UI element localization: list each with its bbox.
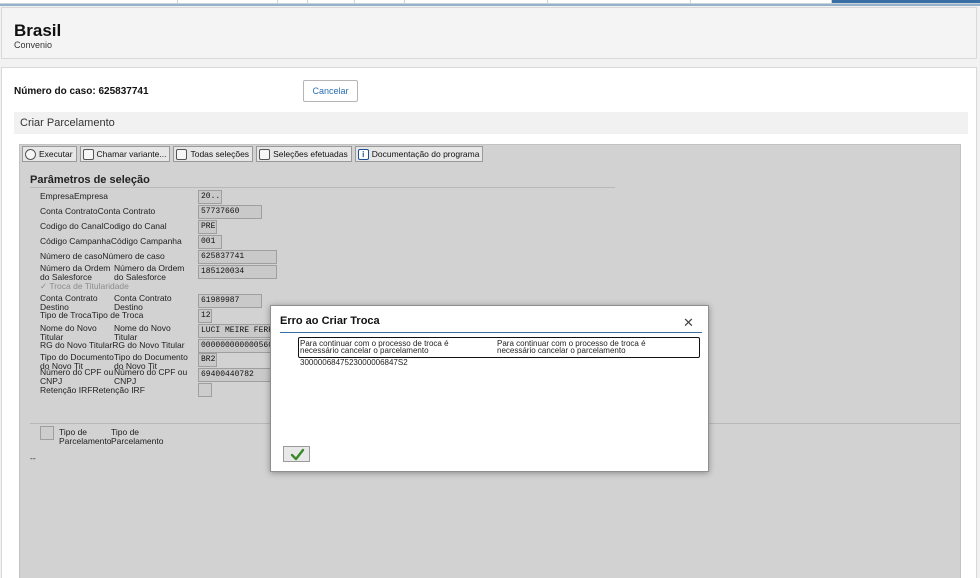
message-number: 3000006847523000006847S2 bbox=[300, 358, 408, 367]
cpf-cnpj-label-2: Número do CPF ou CNPJ bbox=[114, 367, 188, 386]
error-dialog: Erro ao Criar Troca ✕ Para continuar com… bbox=[270, 305, 709, 472]
tipo-documento-field[interactable]: BR2 bbox=[198, 353, 217, 367]
codigo-campanha-label: Código CampanhaCódigo Campanha bbox=[40, 236, 182, 246]
footer-dash: -- bbox=[30, 453, 36, 463]
section-title: Criar Parcelamento bbox=[14, 112, 968, 134]
clock-icon bbox=[25, 148, 36, 160]
toolbar-label: Todas seleções bbox=[190, 149, 250, 159]
check-icon bbox=[290, 448, 305, 461]
ordem-sf-label-2: Número da Ordem do Salesforce bbox=[114, 263, 185, 282]
toolbar-label: Executar bbox=[39, 149, 73, 159]
conta-destino-field[interactable]: 61989987 bbox=[198, 294, 262, 308]
call-variant-button[interactable]: Chamar variante... bbox=[79, 146, 171, 162]
codigo-canal-label: Codigo do CanalCodigo do Canal bbox=[40, 221, 167, 231]
page-header: Brasil Convenio bbox=[1, 7, 977, 59]
codigo-campanha-field[interactable]: 001 bbox=[198, 235, 222, 249]
list-icon bbox=[259, 148, 271, 160]
confirm-button[interactable] bbox=[283, 446, 310, 462]
message-text: Para continuar com o processo de troca é… bbox=[300, 339, 449, 355]
rg-titular-label: RG do Novo TitularRG do Novo Titular bbox=[40, 340, 185, 350]
selection-icon bbox=[176, 148, 188, 160]
top-tab-active[interactable] bbox=[832, 0, 980, 3]
top-divider bbox=[0, 4, 980, 6]
tipo-parcelamento-label: Tipo de Parcelamento bbox=[59, 427, 112, 446]
conta-contrato-field[interactable]: 57737660 bbox=[198, 205, 262, 219]
params-title: Parâmetros de seleção bbox=[30, 174, 150, 186]
close-icon[interactable]: ✕ bbox=[683, 316, 694, 329]
tipo-parcelamento-checkbox[interactable] bbox=[40, 426, 54, 440]
selections-made-button[interactable]: Seleções efetuadas bbox=[256, 146, 352, 162]
execute-button[interactable]: Executar bbox=[22, 146, 77, 162]
empresa-label: EmpresaEmpresa bbox=[40, 191, 109, 201]
troca-titularidade-checkbox[interactable]: ✓ Troca de Titularidade bbox=[40, 281, 129, 292]
dialog-title-divider bbox=[280, 332, 702, 333]
troca-titularidade-label: Troca de Titularidade bbox=[49, 281, 129, 291]
cancel-button[interactable]: Cancelar bbox=[303, 80, 358, 102]
numero-caso-field[interactable]: 625837741 bbox=[198, 250, 277, 264]
toolbar-label: Documentação do programa bbox=[371, 149, 480, 159]
retencao-label: Retenção IRFRetenção IRF bbox=[40, 385, 145, 395]
all-selections-button[interactable]: Todas seleções bbox=[173, 146, 254, 162]
page-subtitle: Convenio bbox=[14, 40, 53, 50]
cpf-cnpj-label: Número do CPF ou CNPJ bbox=[40, 367, 114, 386]
variant-icon bbox=[82, 148, 94, 160]
numero-caso-label: Número de casoNúmero de caso bbox=[40, 251, 165, 261]
info-icon: i bbox=[357, 148, 369, 160]
dialog-title: Erro ao Criar Troca bbox=[280, 315, 380, 327]
params-divider bbox=[30, 187, 615, 188]
codigo-canal-field[interactable]: PRE bbox=[198, 220, 217, 234]
page-title: Brasil bbox=[14, 21, 62, 40]
message-text-2: Para continuar com o processo de troca é… bbox=[497, 339, 646, 355]
toolbar-label: Chamar variante... bbox=[96, 149, 167, 159]
case-number-label: Número do caso: 625837741 bbox=[14, 86, 149, 97]
toolbar-label: Seleções efetuadas bbox=[273, 149, 348, 159]
tipo-troca-label: Tipo de TrocaTipo de Troca bbox=[40, 310, 144, 320]
retencao-checkbox[interactable] bbox=[198, 383, 212, 397]
empresa-field[interactable]: 20.. bbox=[198, 190, 222, 204]
conta-contrato-label: Conta ContratoConta Contrato bbox=[40, 206, 156, 216]
sap-toolbar: Executar Chamar variante... Todas seleçõ… bbox=[22, 146, 484, 163]
tipo-troca-field[interactable]: 12 bbox=[198, 309, 212, 323]
program-documentation-button[interactable]: i Documentação do programa bbox=[354, 146, 484, 162]
tipo-parcelamento-label-2: Tipo de Parcelamento bbox=[111, 427, 164, 446]
ordem-sf-label: Número da Ordem do Salesforce bbox=[40, 263, 111, 282]
ordem-sf-field[interactable]: 185120034 bbox=[198, 265, 277, 279]
